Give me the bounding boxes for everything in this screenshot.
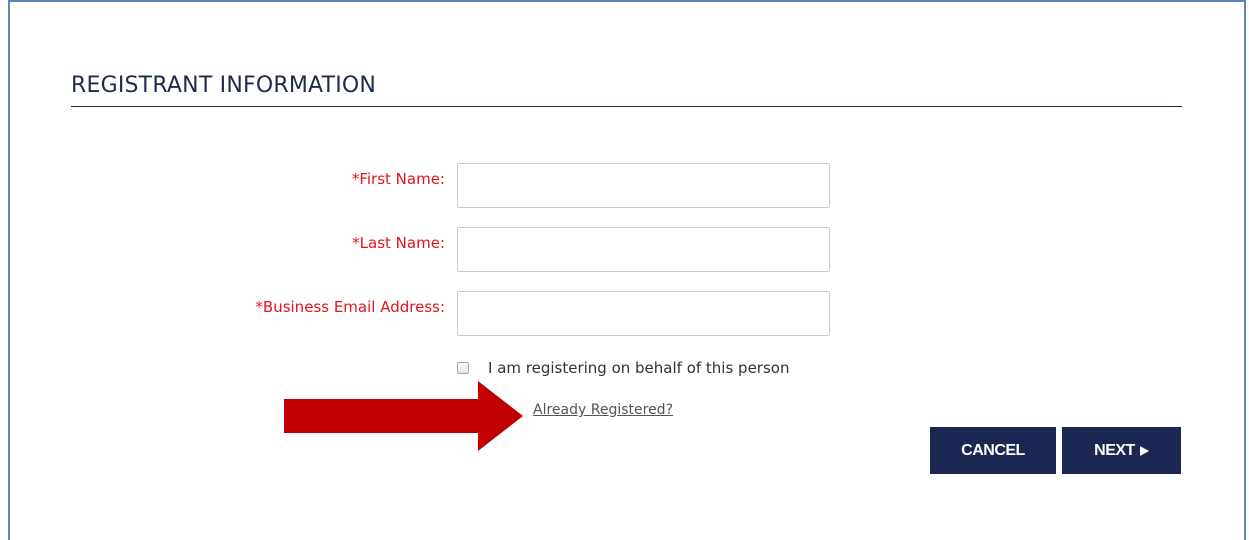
business-email-label: *Business Email Address: (255, 298, 445, 316)
on-behalf-checkbox[interactable] (457, 362, 469, 374)
next-button-label: NEXT (1094, 441, 1135, 459)
cancel-button-label: CANCEL (961, 441, 1025, 459)
business-email-input[interactable] (457, 291, 830, 336)
first-name-input[interactable] (457, 163, 830, 208)
play-triangle-icon (1139, 445, 1149, 456)
last-name-input[interactable] (457, 227, 830, 272)
section-title: REGISTRANT INFORMATION (71, 73, 377, 98)
section-divider (71, 106, 1182, 107)
last-name-label: *Last Name: (352, 234, 445, 252)
cancel-button[interactable]: CANCEL (930, 427, 1056, 474)
first-name-label: *First Name: (351, 170, 445, 188)
on-behalf-checkbox-label: I am registering on behalf of this perso… (488, 359, 790, 377)
red-arrow-icon (284, 381, 523, 451)
already-registered-link[interactable]: Already Registered? (533, 402, 673, 418)
next-button[interactable]: NEXT (1062, 427, 1181, 474)
